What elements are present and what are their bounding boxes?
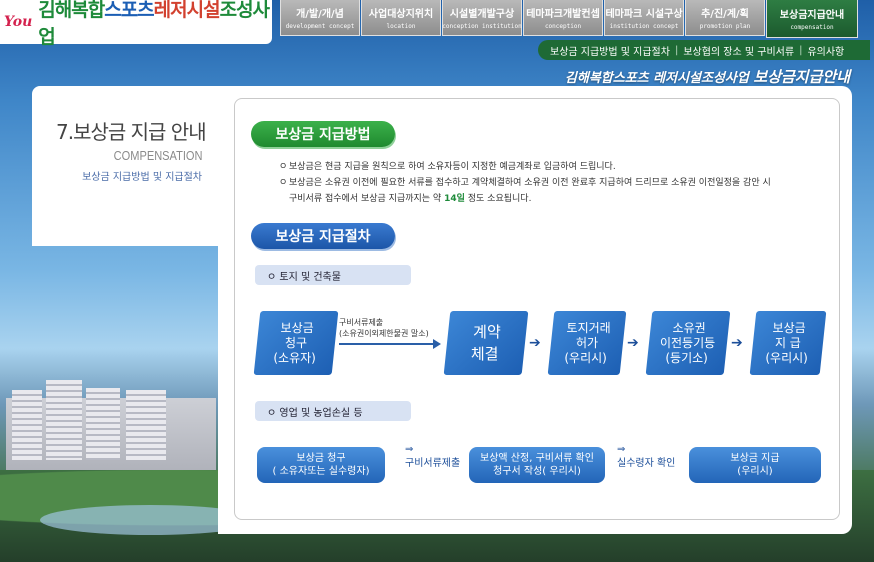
flow2-step-payment: 보상금 지급 (우리시) <box>689 447 821 483</box>
subnav-item-place[interactable]: 보상협의 장소 및 구비서류 <box>683 43 794 58</box>
flow-note-documents: 구비서류제출 (소유권이외제한물권 말소) <box>339 318 429 338</box>
bullet-item: ㅇ 보상금은 현금 지급을 원칙으로 하여 소유자등이 지정한 예금계좌로 입금… <box>279 159 819 175</box>
tab-conception[interactable]: 테마파크개발컨셉 conception <box>523 0 603 36</box>
flow-step-land-permit: 토지거래 허가 (우리시) <box>547 311 627 375</box>
tab-institution-concept[interactable]: 테마파크 시설구상 institution concept <box>604 0 684 36</box>
arrow-icon: ➔ <box>529 335 541 351</box>
section-subtitle: 보상금 지급방법 및 지급절차 <box>82 172 202 183</box>
payment-procedure-heading: 보상금 지급절차 <box>251 223 395 249</box>
logo-you-mark: You <box>4 14 33 30</box>
content-box: 보상금 지급방법 ㅇ 보상금은 현금 지급을 원칙으로 하여 소유자등이 지정한… <box>234 98 840 520</box>
flow2-mid-recipient: ⇒ 실수령자 확인 <box>617 444 676 469</box>
double-arrow-icon: ⇒ <box>617 444 626 455</box>
bullet-item-continued: 구비서류 접수에서 보상금 지급까지는 약 14일 정도 소요됩니다. <box>289 194 532 204</box>
arrow-icon: ➔ <box>731 335 743 351</box>
flow2-mid-documents: ⇒ 구비서류제출 <box>405 444 461 469</box>
tab-compensation[interactable]: 보상금지급안내 compensation <box>766 0 858 38</box>
page-heading: 김해복합스포츠 레저시설조성사업 보상금지급안내 <box>565 66 850 87</box>
page-heading-prefix: 김해복합스포츠 레저시설조성사업 <box>564 71 749 86</box>
bullet-item: ㅇ 보상금은 소유권 이전에 필요한 서류를 접수하고 계약체결하여 소유권 이… <box>279 175 819 191</box>
page-heading-title: 보상금지급안내 <box>753 68 850 86</box>
main-nav: 개/발/개/념 development concept 사업대상지위치 locati… <box>280 0 859 38</box>
left-title-panel: 7.보상금 지급 안내 COMPENSATION 보상금 지급방법 및 지급절차 <box>32 86 218 246</box>
tab-development-concept[interactable]: 개/발/개/념 development concept <box>280 0 360 36</box>
subnav-separator: | <box>799 44 803 56</box>
section-english-title: COMPENSATION <box>113 148 202 163</box>
subnav-item-notes[interactable]: 유의사항 <box>807 43 844 58</box>
flow-step-contract: 계약 체결 <box>443 311 529 375</box>
flow-step-ownership-transfer: 소유권 이전등기등 (등기소) <box>645 311 731 375</box>
sub-nav: 보상금 지급방법 및 지급절차 | 보상협의 장소 및 구비서류 | 유의사항 <box>538 40 870 60</box>
arrow-icon: ➔ <box>627 335 639 351</box>
subnav-separator: | <box>674 44 679 56</box>
subnav-item-method[interactable]: 보상금 지급방법 및 지급절차 <box>550 43 670 58</box>
tab-location[interactable]: 사업대상지위치 location <box>361 0 441 36</box>
double-arrow-icon: ⇒ <box>405 444 414 455</box>
flow-step-payment: 보상금 지 급 (우리시) <box>749 311 827 375</box>
bullet-dot: ㅇ <box>279 162 288 172</box>
days-highlight: 14일 <box>444 194 465 204</box>
flow-step-claim: 보상금 청구 (소유자) <box>253 311 339 375</box>
section-land-buildings: ㅇ 토지 및 건축물 <box>255 265 411 285</box>
payment-method-text: ㅇ 보상금은 현금 지급을 원칙으로 하여 소유자등이 지정한 예금계좌로 입금… <box>279 159 819 207</box>
site-logo[interactable]: You 김해복합스포츠레저시설조성사업 <box>0 0 272 48</box>
tab-conception-institution[interactable]: 시설별개발구상 conception institution <box>442 0 522 36</box>
logo-title: 김해복합스포츠레저시설조성사업 <box>38 0 270 48</box>
bullet-dot: ㅇ <box>279 178 288 188</box>
section-business-losses: ㅇ 영업 및 농업손실 등 <box>255 401 411 421</box>
content-panel: 보상금 지급방법 ㅇ 보상금은 현금 지급을 원칙으로 하여 소유자등이 지정한… <box>218 86 852 534</box>
payment-method-heading: 보상금 지급방법 <box>251 121 395 147</box>
flow-long-arrow <box>339 339 441 349</box>
flow2-step-assessment: 보상액 산정, 구비서류 확인 청구서 작성( 우리시) <box>469 447 605 483</box>
tab-promotion-plan[interactable]: 추/진/계/획 promotion plan <box>685 0 765 36</box>
flow2-step-claim: 보상금 청구( 소유자또는 실수령자) <box>257 447 385 483</box>
section-title: 7.보상금 지급 안내 <box>56 120 207 144</box>
